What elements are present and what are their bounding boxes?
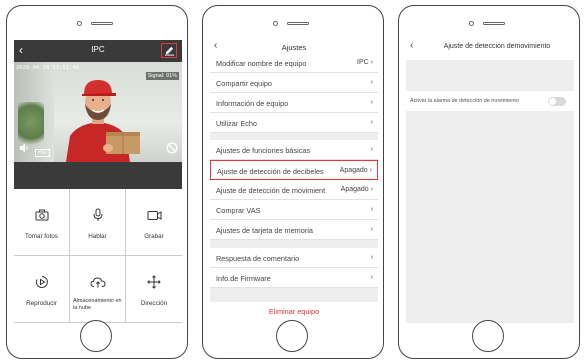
phone-frame-settings: ‹ Ajustes Modificar nombre de equipo IPC…	[202, 5, 384, 359]
direction-button[interactable]: Dirección	[126, 256, 182, 323]
video-control-band	[14, 162, 182, 189]
row-value-text: Apagado	[339, 167, 368, 174]
front-camera-dot	[469, 21, 474, 26]
row-label: Utilizar Echo	[216, 119, 257, 128]
page-title: Ajuste de detección demovimiento	[443, 43, 551, 50]
page-title: IPC	[91, 45, 105, 54]
row-value-text: IPC	[357, 59, 369, 66]
earpiece-speaker	[483, 22, 505, 25]
edit-button[interactable]	[161, 43, 177, 58]
settings-screen: ‹ Ajustes Modificar nombre de equipo IPC…	[210, 40, 378, 323]
cloud-upload-icon	[70, 275, 125, 293]
row-label: Info.de Firmware	[216, 274, 271, 283]
talk-button[interactable]: Hablar	[70, 189, 126, 256]
phone-frame-motion-detection: ‹ Ajuste de detección demovimiento Activ…	[398, 5, 580, 359]
playback-button[interactable]: Reproducir	[14, 256, 70, 323]
earpiece-speaker	[91, 22, 113, 25]
row-label: Modificar nombre de equipo	[216, 59, 307, 68]
speaker-mute-icon[interactable]	[19, 140, 30, 158]
row-value: IPC ›	[357, 59, 373, 66]
chevron-right-icon: ›	[370, 79, 373, 86]
home-button[interactable]	[472, 320, 504, 352]
toggle-knob	[549, 98, 556, 105]
action-label: Hablar	[88, 233, 107, 240]
settings-row-buy-vas[interactable]: Comprar VAS ›	[210, 200, 378, 220]
row-label: Compartir equipo	[216, 79, 272, 88]
chevron-right-icon: ›	[370, 119, 373, 126]
settings-row-device-info[interactable]: Información de equipo ›	[210, 93, 378, 113]
toggle-label: Activar la alarma de detección de movimi…	[410, 98, 519, 104]
hd-quality-button[interactable]: HD	[35, 149, 50, 157]
chevron-right-icon: ›	[370, 206, 373, 213]
video-record-icon	[126, 208, 182, 226]
settings-row-share[interactable]: Compartir equipo ›	[210, 73, 378, 93]
settings-row-firmware[interactable]: Info.de Firmware ›	[210, 268, 378, 288]
action-label: Reproducir	[26, 300, 57, 307]
chevron-right-icon: ›	[370, 274, 373, 281]
row-label: Comprar VAS	[216, 206, 261, 215]
home-button[interactable]	[276, 320, 308, 352]
earpiece-speaker	[287, 22, 309, 25]
record-button[interactable]: Grabar	[126, 189, 182, 256]
microphone-icon	[70, 208, 125, 227]
section-divider	[210, 288, 378, 302]
row-label: Ajustes de tarjeta de memoria	[216, 226, 313, 235]
chevron-right-icon: ›	[370, 186, 373, 193]
settings-row-memory-card[interactable]: Ajustes de tarjeta de memoria ›	[210, 220, 378, 240]
chevron-right-icon: ›	[370, 226, 373, 233]
live-view-header: ‹ IPC	[14, 40, 182, 62]
row-label: Ajustes de funciones básicas	[216, 146, 311, 155]
settings-row-motion-detection[interactable]: Ajuste de detección de movimient Apagado…	[210, 180, 378, 200]
action-label: Dirección	[140, 300, 168, 307]
pencil-icon	[164, 46, 175, 56]
row-label: Información de equipo	[216, 99, 289, 108]
motion-detection-screen: ‹ Ajuste de detección demovimiento Activ…	[406, 40, 574, 323]
section-divider	[210, 240, 378, 248]
action-label: Grabar	[144, 233, 164, 240]
settings-row-device-name[interactable]: Modificar nombre de equipo IPC ›	[210, 53, 378, 73]
signal-strength: Signal: 91%	[145, 72, 179, 80]
chevron-right-icon: ›	[369, 167, 372, 174]
live-view-screen: ‹ IPC 2020-04-20 13:51:48 Signal: 91% HD…	[14, 40, 182, 323]
settings-row-echo[interactable]: Utilizar Echo ›	[210, 113, 378, 133]
chevron-right-icon: ›	[370, 146, 373, 153]
action-label: Almacenamiento en la nube	[73, 298, 122, 311]
row-value: Apagado ›	[341, 186, 373, 193]
settings-row-feedback[interactable]: Respuesta de comentario ›	[210, 248, 378, 268]
cloud-storage-button[interactable]: Almacenamiento en la nube	[70, 256, 126, 323]
settings-header: ‹ Ajustes	[210, 40, 378, 54]
row-value: Apagado ›	[340, 167, 372, 174]
phone-frame-live-view: ‹ IPC 2020-04-20 13:51:48 Signal: 91% HD…	[6, 5, 188, 359]
row-label: Respuesta de comentario	[216, 254, 300, 263]
back-icon[interactable]: ‹	[410, 40, 413, 51]
camera-video-feed[interactable]: 2020-04-20 13:51:48 Signal: 91% HD	[14, 62, 182, 162]
motion-alarm-toggle[interactable]	[548, 97, 566, 106]
front-camera-dot	[273, 21, 278, 26]
page-title: Ajustes	[281, 43, 307, 52]
direction-arrows-icon	[126, 275, 182, 294]
action-label: Tomar fotos	[25, 233, 58, 240]
fullscreen-icon[interactable]	[166, 141, 178, 159]
front-camera-dot	[77, 21, 82, 26]
settings-row-decibel-detection[interactable]: Ajuste de detección de decibeles Apagado…	[210, 160, 378, 180]
take-photo-button[interactable]: Tomar fotos	[14, 189, 70, 256]
settings-row-basic-functions[interactable]: Ajustes de funciones básicas ›	[210, 140, 378, 160]
row-label: Ajuste de detección de movimient	[216, 186, 326, 195]
motion-detection-header: ‹ Ajuste de detección demovimiento	[406, 40, 574, 54]
section-divider	[210, 133, 378, 140]
motion-alarm-row: Activar la alarma de detección de movimi…	[406, 91, 574, 111]
camera-icon	[14, 208, 69, 226]
chevron-right-icon: ›	[370, 99, 373, 106]
action-grid: Tomar fotos Hablar Grabar Reproducir Alm…	[14, 189, 182, 323]
playback-icon	[14, 275, 69, 294]
chevron-right-icon: ›	[370, 59, 373, 66]
row-value-text: Apagado	[340, 186, 369, 193]
chevron-right-icon: ›	[370, 254, 373, 261]
video-timestamp: 2020-04-20 13:51:48	[16, 65, 79, 71]
row-label: Ajuste de detección de decibeles	[217, 167, 324, 176]
home-button[interactable]	[80, 320, 112, 352]
